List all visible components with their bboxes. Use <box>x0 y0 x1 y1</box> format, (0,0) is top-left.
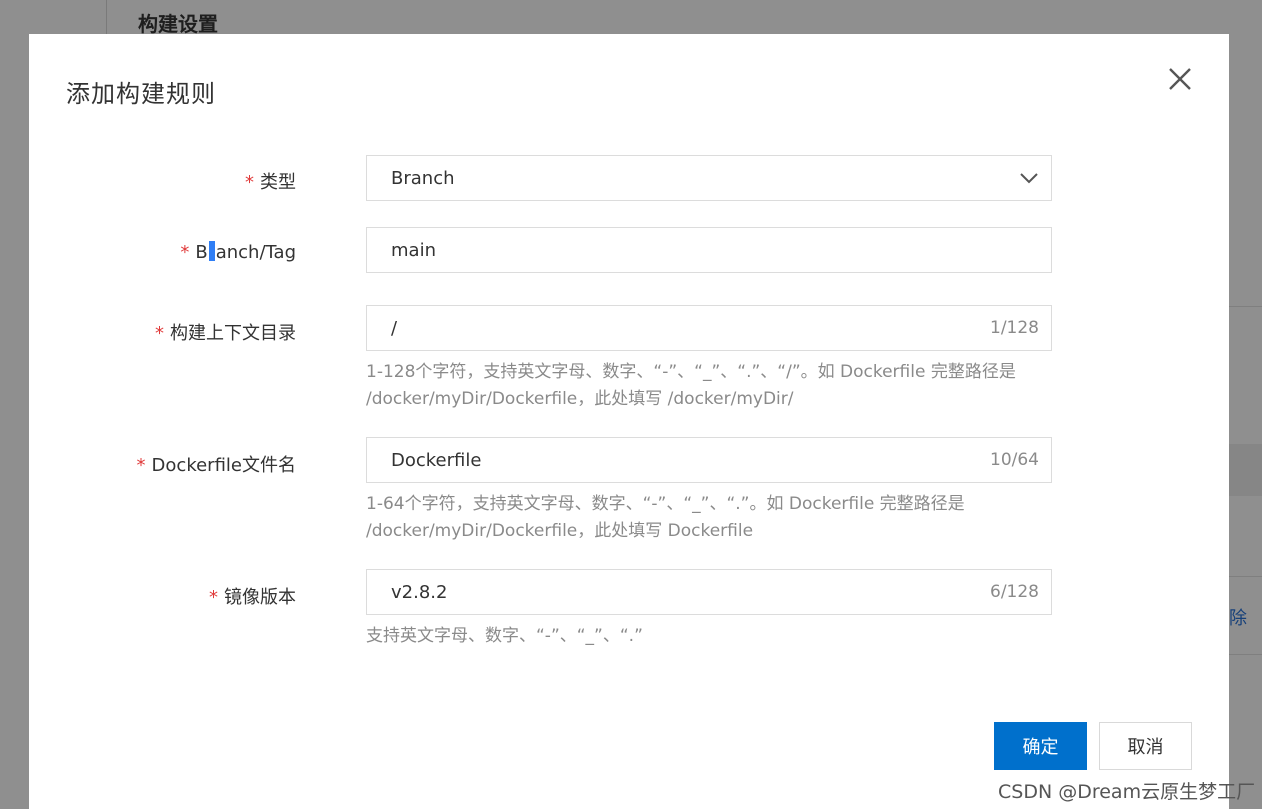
type-select-value: Branch <box>391 168 455 189</box>
cancel-button[interactable]: 取消 <box>1099 722 1192 770</box>
dockerfile-name-input[interactable] <box>391 438 951 482</box>
type-select[interactable]: Branch <box>366 155 1052 201</box>
dialog-title: 添加构建规则 <box>66 80 216 108</box>
branch-tag-label: * Banch/Tag <box>180 241 296 263</box>
watermark: CSDN @Dream云原生梦工厂 <box>998 781 1256 803</box>
required-mark: * <box>155 323 164 344</box>
image-version-input[interactable] <box>391 570 951 614</box>
background-row-divider <box>1229 654 1262 655</box>
image-version-hint: 支持英文字母、数字、“-”、“_”、“.” <box>366 626 643 646</box>
type-label: * 类型 <box>245 172 296 193</box>
image-version-label: * 镜像版本 <box>209 587 296 608</box>
close-icon <box>1169 68 1191 90</box>
image-version-field[interactable]: 6/128 <box>366 569 1052 615</box>
background-row-band <box>1229 444 1262 496</box>
context-dir-field[interactable]: 1/128 <box>366 305 1052 351</box>
char-counter: 1/128 <box>990 318 1039 338</box>
dockerfile-name-hint: 1-64个字符，支持英文字母、数字、“-”、“_”、“.”。如 Dockerfi… <box>366 494 965 541</box>
context-dir-hint: 1-128个字符，支持英文字母、数字、“-”、“_”、“.”、“/”。如 Doc… <box>366 362 1016 409</box>
branch-tag-field[interactable] <box>366 227 1052 273</box>
required-mark: * <box>180 242 190 263</box>
confirm-button[interactable]: 确定 <box>994 722 1087 770</box>
background-row-divider <box>1229 306 1262 307</box>
context-dir-label: * 构建上下文目录 <box>155 323 296 344</box>
add-build-rule-dialog: 添加构建规则 *类型 Branch *Banch/Tag *构建上下文目录 1/… <box>29 34 1229 809</box>
background-row-divider <box>1229 576 1262 577</box>
chevron-down-icon <box>1020 173 1038 184</box>
background-divider <box>106 0 107 36</box>
required-mark: * <box>245 172 254 193</box>
dockerfile-name-field[interactable]: 10/64 <box>366 437 1052 483</box>
background-delete-link: 除 <box>1229 608 1247 629</box>
context-dir-input[interactable] <box>391 306 951 350</box>
char-counter: 6/128 <box>990 582 1039 602</box>
required-mark: * <box>136 455 146 476</box>
text-selection-highlight <box>208 241 215 261</box>
dockerfile-name-label: * Dockerfile文件名 <box>136 455 296 476</box>
background-section-title: 构建设置 <box>138 12 218 36</box>
branch-tag-input[interactable] <box>391 228 951 272</box>
close-button[interactable] <box>1165 64 1195 94</box>
required-mark: * <box>209 587 218 608</box>
char-counter: 10/64 <box>990 450 1039 470</box>
